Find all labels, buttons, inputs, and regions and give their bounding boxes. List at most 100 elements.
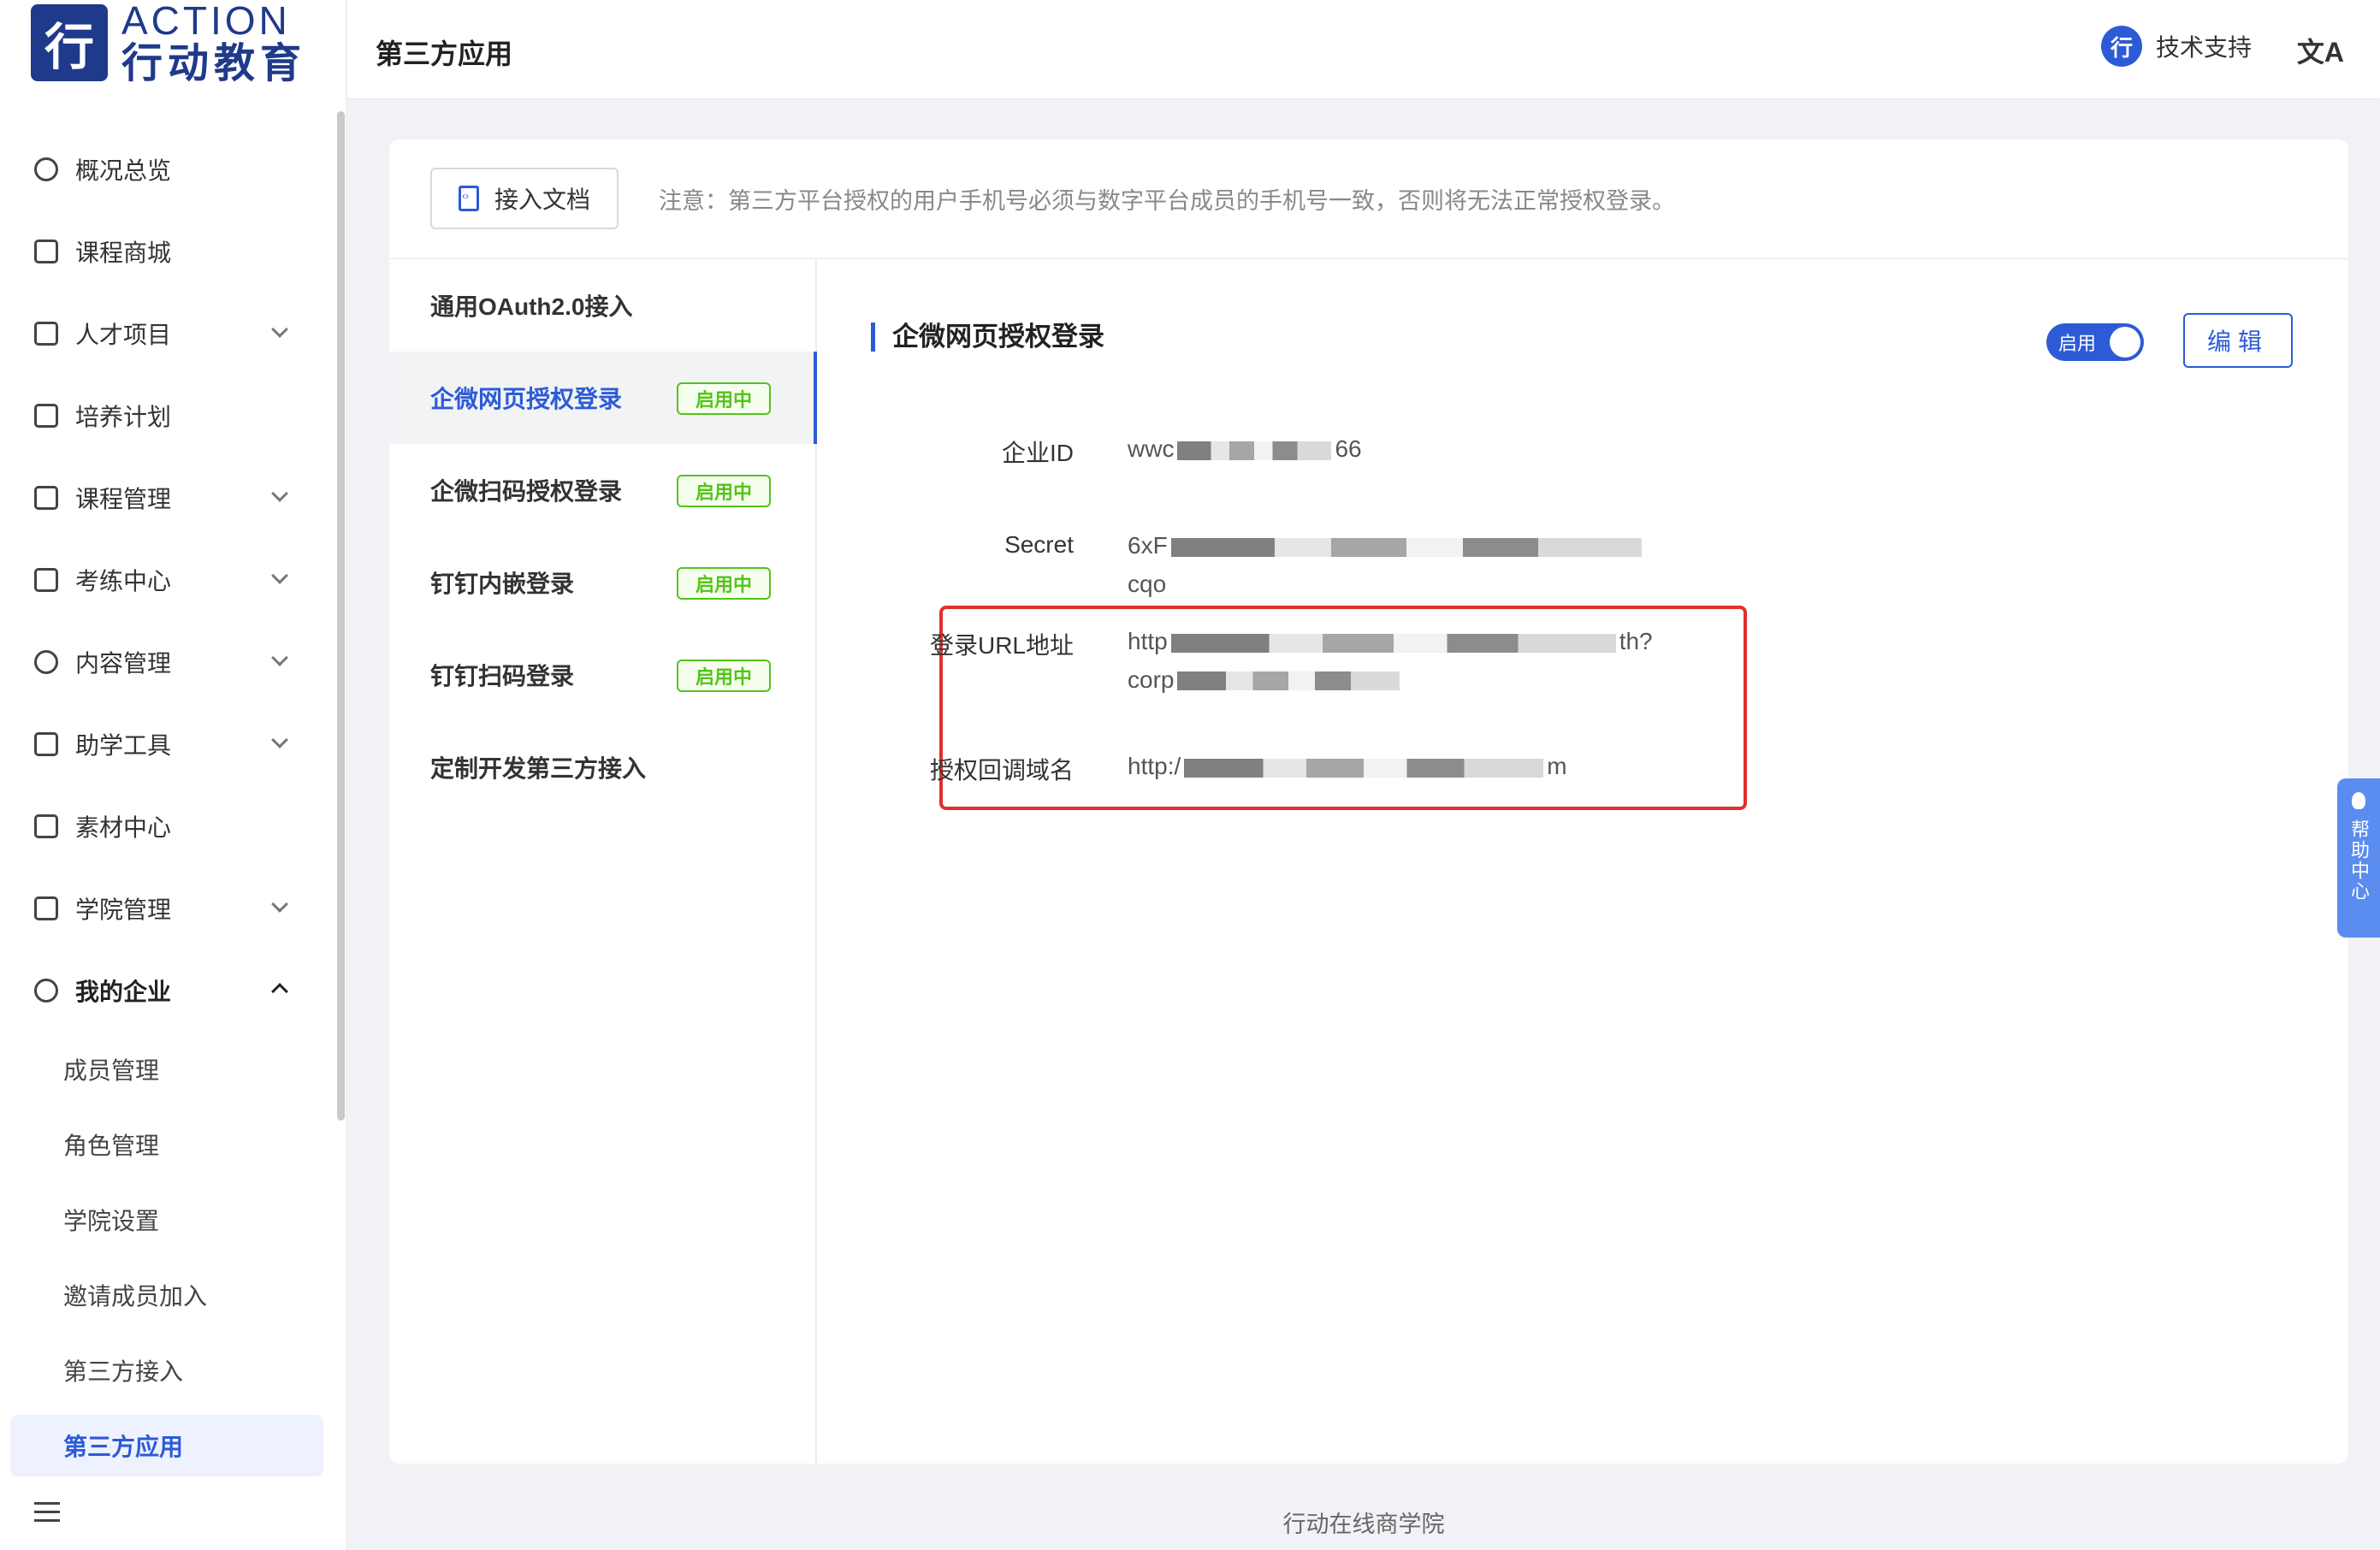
submenu-item-college-settings[interactable]: 学院设置: [0, 1182, 334, 1257]
page-title: 第三方应用: [376, 38, 513, 69]
sidebar-item-label: 概况总览: [75, 157, 172, 184]
submenu-item-third-party-access[interactable]: 第三方接入: [0, 1333, 334, 1408]
store-icon: [34, 240, 58, 263]
nav-item-oauth2[interactable]: 通用OAuth2.0接入: [389, 259, 815, 352]
tech-support-link[interactable]: 行 技术支持: [2100, 26, 2252, 67]
nav-item-wecom-web-auth[interactable]: 企微网页授权登录 启用中: [389, 352, 817, 444]
redacted-block: [1170, 537, 1642, 557]
sidebar-item-college-management[interactable]: 学院管理: [0, 867, 334, 950]
detail-panel: 企微网页授权登录 启用 编辑 企业ID wwc 66 Secret 6xFcqo …: [817, 259, 2348, 1464]
nav-item-label: 通用OAuth2.0接入: [430, 293, 633, 320]
enable-toggle[interactable]: 启用: [2046, 323, 2144, 361]
nav-item-wecom-qr-auth[interactable]: 企微扫码授权登录 启用中: [389, 444, 815, 536]
nav-item-dingtalk-embedded[interactable]: 钉钉内嵌登录 启用中: [389, 536, 815, 629]
detail-title: 企微网页授权登录: [871, 322, 1104, 352]
gear-icon: [34, 979, 58, 1003]
sidebar-item-course-management[interactable]: 课程管理: [0, 457, 334, 539]
sidebar-item-label: 课程管理: [75, 486, 172, 512]
chevron-down-icon: [271, 321, 288, 338]
footer-text: 行动在线商学院: [1282, 1512, 1445, 1537]
chevron-down-icon: [271, 567, 288, 584]
status-badge: 启用中: [677, 475, 771, 507]
sidebar-item-label: 助学工具: [75, 732, 172, 759]
main-card: 接入文档 注意：第三方平台授权的用户手机号必须与数字平台成员的手机号一致，否则将…: [389, 139, 2348, 1464]
sidebar-scrollbar[interactable]: [337, 111, 345, 1121]
edit-button[interactable]: 编辑: [2183, 313, 2293, 368]
sidebar-item-learning-tools[interactable]: 助学工具: [0, 703, 334, 785]
field-value-secret: 6xFcqo: [1128, 527, 1675, 604]
integration-doc-button[interactable]: 接入文档: [430, 168, 619, 229]
nav-item-label: 钉钉扫码登录: [430, 663, 575, 689]
toggle-label: 启用: [2058, 333, 2097, 354]
redacted-block: [1177, 441, 1332, 460]
bank-icon: [34, 896, 58, 920]
sidebar-item-content-management[interactable]: 内容管理: [0, 621, 334, 703]
card-toolbar: 接入文档 注意：第三方平台授权的用户手机号必须与数字平台成员的手机号一致，否则将…: [389, 139, 2348, 259]
sidebar-item-training-plan[interactable]: 培养计划: [0, 375, 334, 457]
nav-item-label: 企微网页授权登录: [430, 386, 623, 412]
folder-icon: [34, 814, 58, 838]
submenu-item-roles[interactable]: 角色管理: [0, 1107, 334, 1182]
field-label-callback-domain: 授权回调域名: [929, 757, 1074, 784]
support-logo-icon: 行: [2100, 26, 2142, 67]
submenu-item-members[interactable]: 成员管理: [0, 1032, 334, 1107]
help-center-label: 帮助中心: [2348, 819, 2370, 902]
field-label-corp-id: 企业ID: [1001, 440, 1074, 466]
notice-text: 注意：第三方平台授权的用户手机号必须与数字平台成员的手机号一致，否则将无法正常授…: [659, 188, 1675, 214]
line-chart-icon: [34, 322, 58, 346]
doc-button-label: 接入文档: [494, 186, 590, 213]
calendar-icon: [34, 404, 58, 428]
inbox-icon: [34, 650, 58, 674]
field-label-login-url: 登录URL地址: [929, 632, 1074, 659]
submenu-item-invite-members[interactable]: 邀请成员加入: [0, 1257, 334, 1333]
toggle-knob: [2110, 327, 2140, 358]
chevron-down-icon: [271, 731, 288, 748]
sidebar-item-material-center[interactable]: 素材中心: [0, 785, 334, 867]
sidebar-item-label: 学院管理: [75, 896, 172, 923]
sidebar-item-label: 考练中心: [75, 568, 172, 595]
integration-nav: 通用OAuth2.0接入 企微网页授权登录 启用中 企微扫码授权登录 启用中 钉钉内…: [389, 259, 817, 1464]
redacted-block: [1170, 633, 1616, 653]
chevron-down-icon: [271, 649, 288, 666]
exam-icon: [34, 568, 58, 592]
logo-mark: 行: [31, 4, 108, 81]
status-badge: 启用中: [677, 382, 771, 415]
nav-item-label: 钉钉内嵌登录: [430, 571, 575, 597]
sidebar-item-label: 人才项目: [75, 322, 172, 348]
sidebar: 行 ACTION 行动教育 概况总览 课程商城 人才项目 培养计划 课程管理 考…: [0, 0, 346, 1550]
sidebar-item-label: 素材中心: [75, 814, 172, 841]
status-badge: 启用中: [677, 660, 771, 692]
help-center-tab[interactable]: 帮助中心: [2337, 778, 2380, 938]
field-value-callback-domain: http:/m: [1128, 753, 1567, 779]
sidebar-item-label: 我的企业: [75, 979, 172, 1005]
chevron-down-icon: [271, 896, 288, 913]
translate-icon[interactable]: 文A: [2297, 31, 2344, 70]
chevron-down-icon: [271, 485, 288, 502]
nav-item-custom-integration[interactable]: 定制开发第三方接入: [389, 721, 815, 813]
logo-text-cn: 行动教育: [121, 41, 307, 86]
collapse-sidebar-icon[interactable]: [34, 1502, 60, 1524]
sidebar-item-label: 内容管理: [75, 650, 172, 677]
notebook-icon: [34, 732, 58, 756]
top-header: 第三方应用 行 技术支持 文A: [347, 0, 2380, 98]
sidebar-item-course-store[interactable]: 课程商城: [0, 210, 334, 293]
sidebar-item-overview[interactable]: 概况总览: [0, 128, 334, 210]
sidebar-item-label: 课程商城: [75, 240, 172, 266]
pie-chart-icon: [34, 157, 58, 181]
status-badge: 启用中: [677, 567, 771, 600]
lightbulb-icon: [2352, 792, 2365, 809]
logo-text-en: ACTION: [121, 0, 291, 43]
redacted-block: [1184, 758, 1544, 778]
sidebar-item-my-enterprise[interactable]: 我的企业: [0, 950, 334, 1032]
brand-logo[interactable]: 行 ACTION 行动教育: [31, 0, 313, 86]
sidebar-menu: 概况总览 课程商城 人才项目 培养计划 课程管理 考练中心 内容管理 助学工具 …: [0, 128, 334, 1476]
code-file-icon: [458, 186, 479, 211]
sidebar-item-talent-projects[interactable]: 人才项目: [0, 293, 334, 375]
sidebar-item-exam-center[interactable]: 考练中心: [0, 539, 334, 621]
field-value-login-url: http th? corp: [1128, 628, 1653, 693]
submenu-item-third-party-apps[interactable]: 第三方应用: [10, 1415, 323, 1476]
nav-item-dingtalk-qr[interactable]: 钉钉扫码登录 启用中: [389, 629, 815, 721]
nav-item-label: 企微扫码授权登录: [430, 478, 623, 505]
field-value-corp-id: wwc 66: [1128, 435, 1362, 462]
sidebar-item-label: 培养计划: [75, 404, 172, 430]
